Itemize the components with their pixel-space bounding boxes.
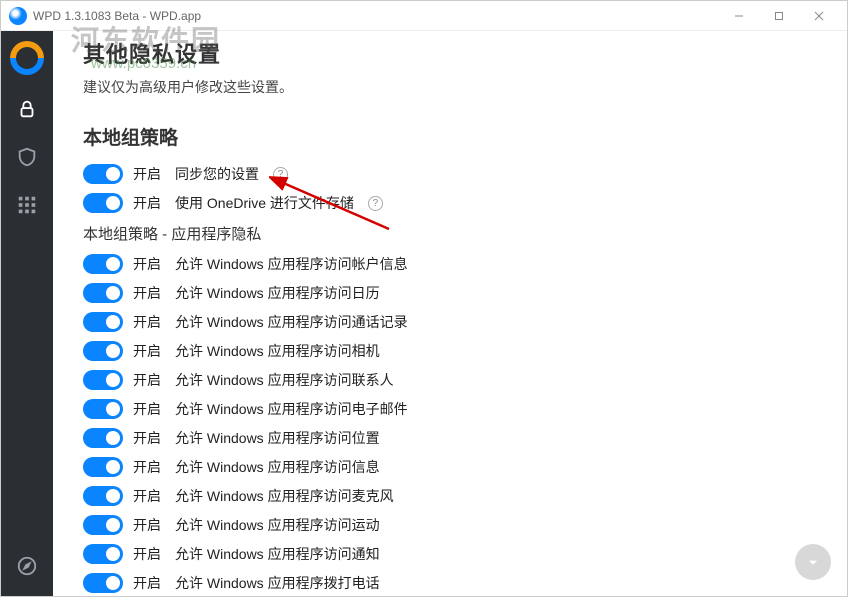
scroll-down-button[interactable] (795, 544, 831, 580)
setting-label: 允许 Windows 应用程序访问帐户信息 (175, 254, 408, 274)
setting-row: 开启允许 Windows 应用程序访问信息 (83, 457, 817, 477)
minimize-button[interactable] (719, 2, 759, 30)
setting-row: 开启使用 OneDrive 进行文件存储? (83, 193, 817, 213)
toggle-switch[interactable] (83, 573, 123, 593)
content-area: 其他隐私设置 建议仅为高级用户修改这些设置。 本地组策略 开启同步您的设置?开启… (53, 31, 847, 596)
setting-label: 同步您的设置 (175, 164, 259, 184)
toggle-state-label: 开启 (133, 370, 165, 390)
setting-row: 开启允许 Windows 应用程序访问位置 (83, 428, 817, 448)
setting-label: 允许 Windows 应用程序拨打电话 (175, 573, 380, 593)
setting-label: 允许 Windows 应用程序访问通知 (175, 544, 380, 564)
title-bar: WPD 1.3.1083 Beta - WPD.app (1, 1, 847, 31)
setting-row: 开启允许 Windows 应用程序访问日历 (83, 283, 817, 303)
setting-label: 使用 OneDrive 进行文件存储 (175, 193, 354, 213)
toggle-switch[interactable] (83, 370, 123, 390)
setting-row: 开启允许 Windows 应用程序访问联系人 (83, 370, 817, 390)
setting-row: 开启允许 Windows 应用程序访问通话记录 (83, 312, 817, 332)
toggle-state-label: 开启 (133, 457, 165, 477)
setting-label: 允许 Windows 应用程序访问电子邮件 (175, 399, 408, 419)
page-subtitle: 建议仅为高级用户修改这些设置。 (83, 77, 817, 97)
setting-label: 允许 Windows 应用程序访问日历 (175, 283, 380, 303)
setting-row: 开启允许 Windows 应用程序访问帐户信息 (83, 254, 817, 274)
toggle-switch[interactable] (83, 193, 123, 213)
window-title: WPD 1.3.1083 Beta - WPD.app (33, 9, 201, 23)
setting-label: 允许 Windows 应用程序访问信息 (175, 457, 380, 477)
nav-compass[interactable] (1, 542, 53, 590)
setting-row: 开启允许 Windows 应用程序访问麦克风 (83, 486, 817, 506)
setting-row: 开启允许 Windows 应用程序访问电子邮件 (83, 399, 817, 419)
toggle-state-label: 开启 (133, 193, 165, 213)
toggle-state-label: 开启 (133, 341, 165, 361)
nav-apps[interactable] (1, 181, 53, 229)
setting-row: 开启允许 Windows 应用程序访问相机 (83, 341, 817, 361)
toggle-state-label: 开启 (133, 283, 165, 303)
toggle-switch[interactable] (83, 312, 123, 332)
toggle-state-label: 开启 (133, 164, 165, 184)
toggle-state-label: 开启 (133, 573, 165, 593)
toggle-switch[interactable] (83, 341, 123, 361)
toggle-switch[interactable] (83, 283, 123, 303)
setting-label: 允许 Windows 应用程序访问相机 (175, 341, 380, 361)
toggle-state-label: 开启 (133, 544, 165, 564)
toggle-switch[interactable] (83, 428, 123, 448)
nav-privacy[interactable] (1, 85, 53, 133)
setting-row: 开启允许 Windows 应用程序拨打电话 (83, 573, 817, 593)
section-title-group-policy: 本地组策略 (83, 123, 817, 150)
toggle-state-label: 开启 (133, 515, 165, 535)
toggle-state-label: 开启 (133, 399, 165, 419)
toggle-switch[interactable] (83, 164, 123, 184)
toggle-switch[interactable] (83, 254, 123, 274)
toggle-switch[interactable] (83, 399, 123, 419)
subsection-title-app-privacy: 本地组策略 - 应用程序隐私 (83, 223, 817, 244)
close-button[interactable] (799, 2, 839, 30)
toggle-switch[interactable] (83, 515, 123, 535)
help-icon[interactable]: ? (273, 167, 288, 182)
help-icon[interactable]: ? (368, 196, 383, 211)
toggle-state-label: 开启 (133, 428, 165, 448)
setting-label: 允许 Windows 应用程序访问联系人 (175, 370, 394, 390)
toggle-state-label: 开启 (133, 254, 165, 274)
setting-label: 允许 Windows 应用程序访问麦克风 (175, 486, 394, 506)
setting-row: 开启同步您的设置? (83, 164, 817, 184)
setting-row: 开启允许 Windows 应用程序访问运动 (83, 515, 817, 535)
logo-icon (10, 41, 44, 75)
sidebar (1, 31, 53, 596)
nav-shield[interactable] (1, 133, 53, 181)
toggle-state-label: 开启 (133, 312, 165, 332)
maximize-button[interactable] (759, 2, 799, 30)
setting-label: 允许 Windows 应用程序访问运动 (175, 515, 380, 535)
app-icon (9, 7, 27, 25)
setting-row: 开启允许 Windows 应用程序访问通知 (83, 544, 817, 564)
toggle-switch[interactable] (83, 486, 123, 506)
toggle-switch[interactable] (83, 544, 123, 564)
page-heading: 其他隐私设置 (83, 37, 817, 69)
setting-label: 允许 Windows 应用程序访问位置 (175, 428, 380, 448)
toggle-state-label: 开启 (133, 486, 165, 506)
setting-label: 允许 Windows 应用程序访问通话记录 (175, 312, 408, 332)
toggle-switch[interactable] (83, 457, 123, 477)
